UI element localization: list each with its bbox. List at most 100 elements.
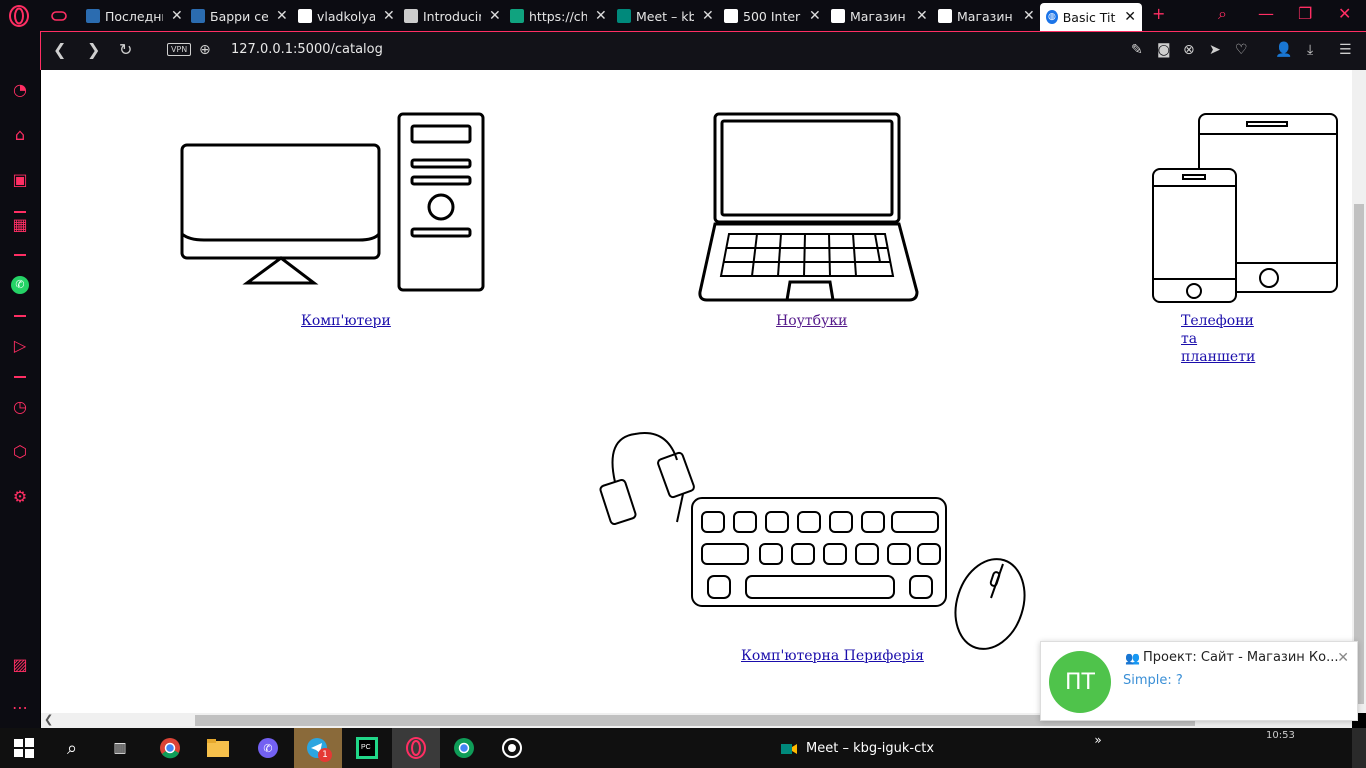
- minimize-button[interactable]: —: [1258, 4, 1274, 23]
- restore-button[interactable]: ❐: [1298, 4, 1312, 23]
- close-icon[interactable]: ✕: [595, 8, 607, 24]
- tab-title: Introducin: [423, 8, 481, 24]
- meet-icon: [617, 9, 631, 23]
- forward-icon[interactable]: ❯: [87, 40, 100, 59]
- player-icon[interactable]: ▷: [11, 337, 29, 355]
- chrome-icon[interactable]: [158, 736, 182, 760]
- tab-title: 500 Intern: [743, 8, 801, 24]
- more-icon[interactable]: ⋯: [11, 699, 29, 717]
- obs-icon[interactable]: [500, 736, 524, 760]
- chevron-up-icon[interactable]: »: [1086, 728, 1110, 752]
- show-desktop-button[interactable]: [1352, 728, 1366, 768]
- back-icon[interactable]: ❮: [53, 40, 66, 59]
- vertical-scrollbar-thumb[interactable]: [1354, 204, 1364, 704]
- close-icon[interactable]: ✕: [1023, 8, 1035, 24]
- globe-icon: [938, 9, 952, 23]
- tab-title: Барри се: [210, 8, 268, 24]
- notification-toast[interactable]: ПТ 👥 Проект: Сайт - Магазин Ко... Simple…: [1040, 641, 1358, 721]
- phone-tablet-icon[interactable]: [1151, 112, 1341, 304]
- site-info-icon[interactable]: ⊕: [199, 42, 211, 58]
- opera-taskbar-item[interactable]: [392, 728, 440, 768]
- category-peripherals-link[interactable]: Комп'ютерна Периферія: [741, 647, 924, 665]
- category-phones-line1: Телефони: [1181, 313, 1254, 329]
- tab-item[interactable]: Последни ✕: [86, 3, 183, 29]
- settings-icon[interactable]: ⚙: [11, 488, 29, 506]
- shopping-icon[interactable]: ⌂: [11, 126, 29, 144]
- twitch-icon[interactable]: ▣: [11, 171, 29, 189]
- opera-logo-icon[interactable]: [8, 5, 30, 27]
- vpn-badge[interactable]: VPN: [167, 43, 192, 56]
- page-content: Комп'ютери Ноутбуки Телефони та планшети…: [41, 70, 1352, 713]
- group-icon: 👥: [1125, 651, 1140, 665]
- avatar: ПТ: [1049, 651, 1111, 713]
- pycharm-icon[interactable]: PC: [355, 736, 379, 760]
- heart-icon[interactable]: ♡: [1235, 42, 1248, 58]
- close-icon[interactable]: ✕: [1337, 650, 1349, 666]
- tab-item[interactable]: 500 Intern ✕: [724, 3, 821, 29]
- tab-item[interactable]: https://ch ✕: [510, 3, 607, 29]
- close-icon[interactable]: ✕: [489, 8, 501, 24]
- gamer-icon[interactable]: [50, 3, 68, 29]
- file-explorer-icon[interactable]: [206, 736, 230, 760]
- meet-icon: [781, 743, 797, 754]
- history-icon[interactable]: ◷: [11, 398, 29, 416]
- close-window-button[interactable]: ✕: [1338, 4, 1351, 23]
- gallery-icon[interactable]: ▨: [11, 656, 29, 674]
- whatsapp-icon[interactable]: ✆: [11, 276, 29, 294]
- film-icon: [86, 9, 100, 23]
- viber-icon[interactable]: ✆: [256, 736, 280, 760]
- divider: [14, 211, 26, 213]
- computer-icon[interactable]: [179, 112, 489, 292]
- globe-icon: ◍: [1046, 10, 1058, 24]
- edit-icon[interactable]: ✎: [1131, 42, 1143, 58]
- speed-dial-icon[interactable]: ◔: [11, 81, 29, 99]
- close-icon[interactable]: ✕: [383, 8, 395, 24]
- search-icon[interactable]: ⌕: [1218, 4, 1227, 24]
- tab-item[interactable]: Магазин ✕: [831, 3, 928, 29]
- category-laptops-link[interactable]: Ноутбуки: [776, 312, 847, 330]
- scroll-left-icon[interactable]: ❮: [44, 713, 53, 726]
- close-icon[interactable]: ✕: [276, 8, 288, 24]
- windows-start-icon[interactable]: [12, 736, 36, 760]
- github-icon: [298, 9, 312, 23]
- camera-icon[interactable]: ◙: [1157, 42, 1171, 58]
- block-icon[interactable]: ⊗: [1183, 42, 1195, 58]
- menu-icon[interactable]: ☰: [1339, 42, 1352, 58]
- tab-item[interactable]: Introducin ✕: [404, 3, 501, 29]
- send-icon[interactable]: ➤: [1209, 42, 1221, 58]
- task-view-icon[interactable]: ▥: [108, 736, 132, 760]
- close-icon[interactable]: ✕: [171, 8, 183, 24]
- tab-item[interactable]: vladkolya ✕: [298, 3, 395, 29]
- category-computers-link[interactable]: Комп'ютери: [301, 312, 391, 330]
- tab-item[interactable]: Meet – kb ✕: [617, 3, 714, 29]
- laptop-icon[interactable]: [697, 112, 921, 306]
- search-icon[interactable]: ⌕: [60, 736, 84, 760]
- divider: [14, 376, 26, 378]
- tab-title: https://ch: [529, 8, 587, 24]
- telegram-taskbar-item[interactable]: 1: [294, 728, 342, 768]
- reload-icon[interactable]: ↻: [119, 40, 132, 59]
- close-icon[interactable]: ✕: [809, 8, 821, 24]
- film-icon: [191, 9, 205, 23]
- vertical-scrollbar[interactable]: [1352, 70, 1366, 713]
- tab-active[interactable]: ◍ Basic Title ✕: [1040, 3, 1142, 31]
- cpu-icon[interactable]: ▦: [11, 216, 29, 234]
- download-icon[interactable]: ⤓: [1307, 42, 1313, 58]
- tab-item[interactable]: Барри се ✕: [191, 3, 288, 29]
- category-phones-link[interactable]: Телефони та планшети: [1181, 312, 1255, 366]
- close-icon[interactable]: ✕: [1124, 9, 1136, 25]
- extensions-icon[interactable]: ⬡: [11, 443, 29, 461]
- address-bar: ❮ ❯ ↻ VPN ⊕ 127.0.0.1:5000/catalog ✎ ◙ ⊗…: [40, 31, 1366, 70]
- url-field[interactable]: 127.0.0.1:5000/catalog: [231, 42, 383, 57]
- tab-title: Магазин: [957, 8, 1013, 24]
- meet-indicator[interactable]: Meet – kbg-iguk-ctx: [780, 741, 934, 756]
- new-tab-button[interactable]: +: [1152, 4, 1165, 23]
- close-icon[interactable]: ✕: [702, 8, 714, 24]
- divider: [14, 254, 26, 256]
- chrome-alt-icon[interactable]: [452, 736, 476, 760]
- close-icon[interactable]: ✕: [916, 8, 928, 24]
- telegram-badge: 1: [318, 748, 332, 762]
- tab-item[interactable]: Магазин ✕: [938, 3, 1035, 29]
- account-icon[interactable]: 👤: [1275, 42, 1292, 58]
- peripherals-icon[interactable]: [597, 430, 1033, 654]
